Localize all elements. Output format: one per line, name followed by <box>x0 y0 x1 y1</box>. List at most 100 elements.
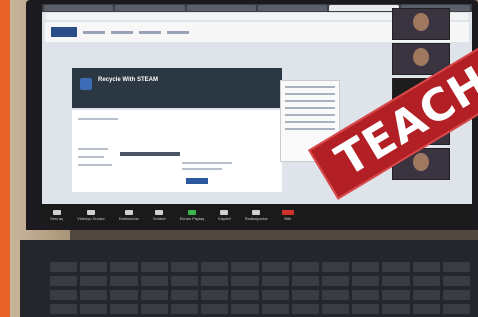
key-row <box>50 304 471 314</box>
key <box>80 290 108 300</box>
button-label: Sohbet <box>152 215 166 221</box>
key <box>50 304 78 314</box>
menu-item[interactable] <box>285 114 335 116</box>
key <box>321 304 350 314</box>
nav-item[interactable] <box>83 30 105 34</box>
key <box>442 262 471 272</box>
button-label: Sesi aç <box>50 215 64 221</box>
button-label: Katılımcılar <box>118 215 139 221</box>
laptop-keyboard <box>20 240 478 317</box>
participant-face <box>413 153 429 171</box>
action-button[interactable] <box>186 178 208 184</box>
browser-tab[interactable] <box>115 5 185 11</box>
nav-item[interactable] <box>167 30 189 34</box>
chat-button[interactable]: Sohbet <box>152 209 166 221</box>
key-row <box>50 262 471 272</box>
key <box>231 262 259 272</box>
nav-item[interactable] <box>139 30 161 34</box>
key <box>261 262 289 272</box>
text-line <box>78 148 108 150</box>
key <box>382 262 410 272</box>
key-row <box>50 290 471 300</box>
key <box>412 290 440 300</box>
browser-tab[interactable] <box>44 5 114 11</box>
microphone-icon <box>52 209 61 215</box>
camera-icon <box>86 209 95 215</box>
participants-icon <box>124 209 133 215</box>
key <box>261 276 289 286</box>
browser-tab-active[interactable] <box>329 5 399 11</box>
reactions-button[interactable]: Reaksiyonlar <box>244 209 268 221</box>
menu-item[interactable] <box>285 100 335 102</box>
button-label: Kaydet <box>218 215 231 221</box>
video-button[interactable]: Videoyu Durdur <box>77 209 105 221</box>
button-label: Bitir <box>284 215 292 221</box>
key <box>50 290 78 300</box>
key <box>382 304 410 314</box>
key <box>442 276 471 286</box>
menu-item[interactable] <box>285 121 335 123</box>
key <box>50 276 78 286</box>
share-screen-icon <box>187 209 196 215</box>
button-label: Reaksiyonlar <box>244 215 268 221</box>
key <box>201 304 229 314</box>
reactions-icon <box>252 209 261 215</box>
record-button[interactable]: Kaydet <box>218 209 231 221</box>
key <box>382 276 410 286</box>
zoom-toolbar: Sesi aç Videoyu Durdur Katılımcılar Sohb… <box>42 205 472 225</box>
key <box>352 304 380 314</box>
key <box>231 276 259 286</box>
browser-tab[interactable] <box>186 5 256 11</box>
key <box>261 304 289 314</box>
menu-item[interactable] <box>285 93 335 95</box>
key <box>201 262 229 272</box>
project-title: Recycle With STEAM <box>98 77 158 83</box>
key-row <box>50 276 471 286</box>
share-screen-button[interactable]: Ekranı Paylaş <box>179 209 205 221</box>
key <box>352 290 380 300</box>
key <box>291 304 319 314</box>
button-label: Ekranı Paylaş <box>179 215 205 221</box>
key <box>140 290 168 300</box>
content-heading <box>120 152 180 156</box>
project-banner: Recycle With STEAM <box>72 68 282 108</box>
button-label: Videoyu Durdur <box>77 215 105 221</box>
participant-tile[interactable] <box>392 8 450 40</box>
menu-item[interactable] <box>285 107 335 109</box>
menu-item[interactable] <box>285 86 335 88</box>
text-line <box>182 162 232 164</box>
orange-border <box>0 0 10 317</box>
key <box>170 290 199 300</box>
key <box>321 262 350 272</box>
end-icon <box>281 209 294 215</box>
key <box>412 276 440 286</box>
key <box>412 262 440 272</box>
mute-button[interactable]: Sesi aç <box>50 209 64 221</box>
key <box>291 262 319 272</box>
end-meeting-button[interactable]: Bitir <box>281 209 294 221</box>
key <box>170 304 199 314</box>
menu-item[interactable] <box>285 128 335 130</box>
participants-button[interactable]: Katılımcılar <box>118 209 139 221</box>
text-line <box>78 164 112 166</box>
key <box>50 262 78 272</box>
key <box>442 304 471 314</box>
participant-face <box>413 13 429 31</box>
key <box>80 262 108 272</box>
key <box>231 290 259 300</box>
key <box>201 290 229 300</box>
key <box>80 304 108 314</box>
participant-face <box>413 48 429 66</box>
key <box>140 304 168 314</box>
key <box>382 290 410 300</box>
photo: Recycle With STEAM Sesi aç Videoyu Durdu… <box>0 0 478 317</box>
key <box>170 276 199 286</box>
key <box>110 290 138 300</box>
key <box>352 262 380 272</box>
key <box>321 276 350 286</box>
browser-tab[interactable] <box>257 5 328 11</box>
record-icon <box>220 209 229 215</box>
nav-item[interactable] <box>111 30 133 34</box>
key <box>261 290 289 300</box>
key <box>170 262 199 272</box>
